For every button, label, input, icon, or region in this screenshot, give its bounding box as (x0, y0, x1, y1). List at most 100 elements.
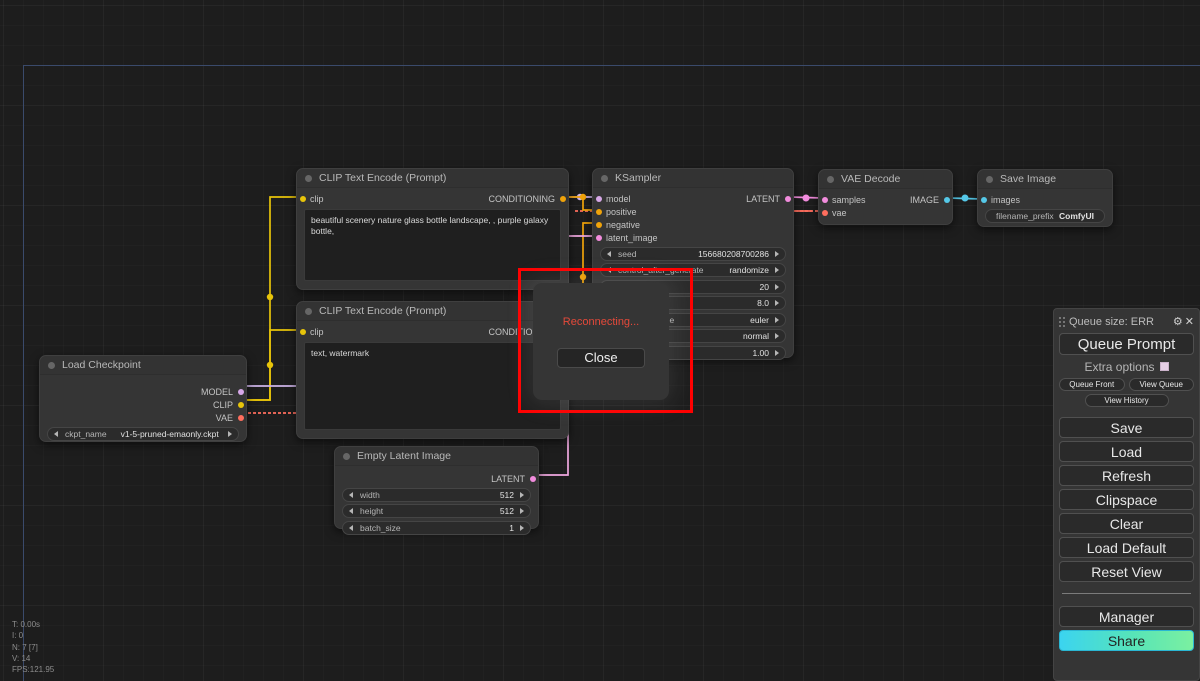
widget-value[interactable]: 8.0 (757, 298, 769, 308)
decrement-arrow-icon[interactable] (54, 430, 58, 437)
increment-arrow-icon[interactable] (775, 316, 779, 323)
collapse-dot-icon[interactable] (305, 174, 312, 182)
node-empty-latent-image[interactable]: Empty Latent Image LATENT width 512 heig… (334, 446, 539, 535)
collapse-dot-icon[interactable] (827, 175, 834, 183)
output-port-latent-icon[interactable] (784, 195, 791, 202)
load-default-button[interactable]: Load Default (1059, 537, 1194, 558)
widget-width[interactable]: width 512 (342, 487, 531, 502)
drag-handle-icon[interactable] (1059, 317, 1066, 328)
increment-arrow-icon[interactable] (775, 333, 779, 339)
widget-value[interactable]: euler (750, 315, 769, 325)
collapse-dot-icon[interactable] (48, 361, 55, 369)
widget-batch-size[interactable]: batch_size 1 (342, 520, 531, 535)
input-port-samples-icon[interactable] (821, 196, 828, 203)
output-port-model-icon[interactable] (237, 388, 244, 395)
node-load-checkpoint[interactable]: Load Checkpoint MODEL CLIP VAE ckpt_name… (39, 355, 247, 442)
node-title-text: VAE Decode (841, 173, 901, 185)
output-port-latent-icon[interactable] (529, 475, 536, 482)
menu-header: Queue size: ERR ⚙ ✕ (1059, 313, 1194, 331)
node-title-text: KSampler (615, 172, 662, 184)
input-label-clip: clip (310, 326, 324, 337)
input-port-clip-icon[interactable] (299, 195, 306, 202)
badge-strip (1059, 653, 1194, 661)
menu-actions-stack: Save Load Refresh Clipspace Clear Load D… (1059, 417, 1194, 582)
gear-icon[interactable]: ⚙ (1173, 316, 1183, 328)
widget-value[interactable]: 512 (500, 506, 514, 516)
input-label-images: images (991, 194, 1021, 205)
widget-value[interactable]: v1-5-pruned-emaonly.ckpt (121, 429, 219, 439)
collapse-dot-icon[interactable] (601, 174, 608, 182)
increment-arrow-icon[interactable] (520, 524, 524, 531)
input-label-vae: vae (832, 207, 847, 218)
collapse-dot-icon[interactable] (305, 307, 312, 315)
collapse-dot-icon[interactable] (343, 452, 350, 460)
view-queue-button[interactable]: View Queue (1128, 378, 1194, 391)
extra-options-checkbox[interactable] (1159, 362, 1169, 371)
decrement-arrow-icon[interactable] (349, 491, 353, 498)
node-title-bar[interactable]: KSampler (593, 169, 793, 188)
load-button[interactable]: Load (1059, 441, 1194, 462)
widget-value[interactable]: 1 (509, 523, 514, 533)
node-title-bar[interactable]: Load Checkpoint (40, 356, 246, 375)
widget-value[interactable]: 512 (500, 490, 514, 500)
save-button[interactable]: Save (1059, 417, 1194, 438)
refresh-button[interactable]: Refresh (1059, 465, 1194, 486)
input-port-clip-icon[interactable] (299, 328, 306, 335)
share-button[interactable]: Share (1059, 630, 1194, 651)
input-port-model-icon[interactable] (595, 195, 602, 202)
input-port-images-icon[interactable] (980, 196, 987, 203)
widget-value[interactable]: 1.00 (752, 348, 769, 358)
increment-arrow-icon[interactable] (520, 491, 524, 498)
clipspace-button[interactable]: Clipspace (1059, 489, 1194, 510)
output-port-clip-icon[interactable] (237, 401, 244, 408)
output-label-image: IMAGE (909, 194, 939, 205)
increment-arrow-icon[interactable] (775, 250, 779, 257)
collapse-dot-icon[interactable] (986, 175, 993, 183)
input-port-latent-image-icon[interactable] (595, 234, 602, 241)
view-history-button[interactable]: View History (1084, 394, 1169, 407)
node-title-bar[interactable]: CLIP Text Encode (Prompt) (297, 169, 568, 188)
output-port-vae-icon[interactable] (237, 414, 244, 421)
queue-prompt-button[interactable]: Queue Prompt (1059, 333, 1194, 355)
close-icon[interactable]: ✕ (1185, 316, 1194, 328)
increment-arrow-icon[interactable] (775, 349, 779, 356)
widget-filename-prefix[interactable]: filename_prefix ComfyUI (985, 208, 1105, 223)
input-port-negative-icon[interactable] (595, 221, 602, 228)
increment-arrow-icon[interactable] (775, 300, 779, 306)
widget-value[interactable]: normal (743, 331, 769, 341)
node-title-bar[interactable]: Save Image (978, 170, 1112, 189)
widget-value[interactable]: 20 (760, 282, 769, 292)
node-save-image[interactable]: Save Image images filename_prefix ComfyU… (977, 169, 1113, 227)
widget-label: height (360, 506, 384, 516)
widget-value[interactable]: ComfyUI (1059, 211, 1094, 221)
node-vae-decode[interactable]: VAE Decode samples IMAGE vae (818, 169, 953, 225)
increment-arrow-icon[interactable] (520, 508, 524, 514)
decrement-arrow-icon[interactable] (349, 524, 353, 531)
reset-view-button[interactable]: Reset View (1059, 561, 1194, 582)
increment-arrow-icon[interactable] (775, 267, 779, 273)
node-title-text: Load Checkpoint (62, 359, 141, 371)
clear-button[interactable]: Clear (1059, 513, 1194, 534)
manager-button[interactable]: Manager (1059, 606, 1194, 627)
comfy-menu-panel[interactable]: Queue size: ERR ⚙ ✕ Queue Prompt Extra o… (1053, 308, 1200, 681)
widget-value[interactable]: randomize (729, 265, 769, 275)
increment-arrow-icon[interactable] (775, 283, 779, 290)
node-title-bar[interactable]: Empty Latent Image (335, 447, 538, 466)
increment-arrow-icon[interactable] (228, 430, 232, 437)
queue-front-button[interactable]: Queue Front (1059, 378, 1125, 391)
input-port-positive-icon[interactable] (595, 208, 602, 215)
port-row: images (978, 193, 1112, 206)
output-port-conditioning-icon[interactable] (559, 195, 566, 202)
widget-seed[interactable]: seed 156680208700286 (600, 246, 786, 261)
widget-value[interactable]: 156680208700286 (698, 249, 769, 259)
close-button[interactable]: Close (557, 347, 645, 368)
widget-height[interactable]: height 512 (342, 504, 531, 518)
extra-options-row[interactable]: Extra options (1059, 358, 1194, 375)
input-port-vae-icon[interactable] (821, 209, 828, 216)
widget-ckpt-name[interactable]: ckpt_name v1-5-pruned-emaonly.ckpt (47, 426, 239, 441)
decrement-arrow-icon[interactable] (607, 250, 611, 257)
comfyui-canvas[interactable]: CLIP Text Encode (Prompt) clip CONDITION… (0, 0, 1200, 681)
node-title-bar[interactable]: VAE Decode (819, 170, 952, 189)
output-port-image-icon[interactable] (943, 196, 950, 203)
decrement-arrow-icon[interactable] (349, 508, 353, 514)
